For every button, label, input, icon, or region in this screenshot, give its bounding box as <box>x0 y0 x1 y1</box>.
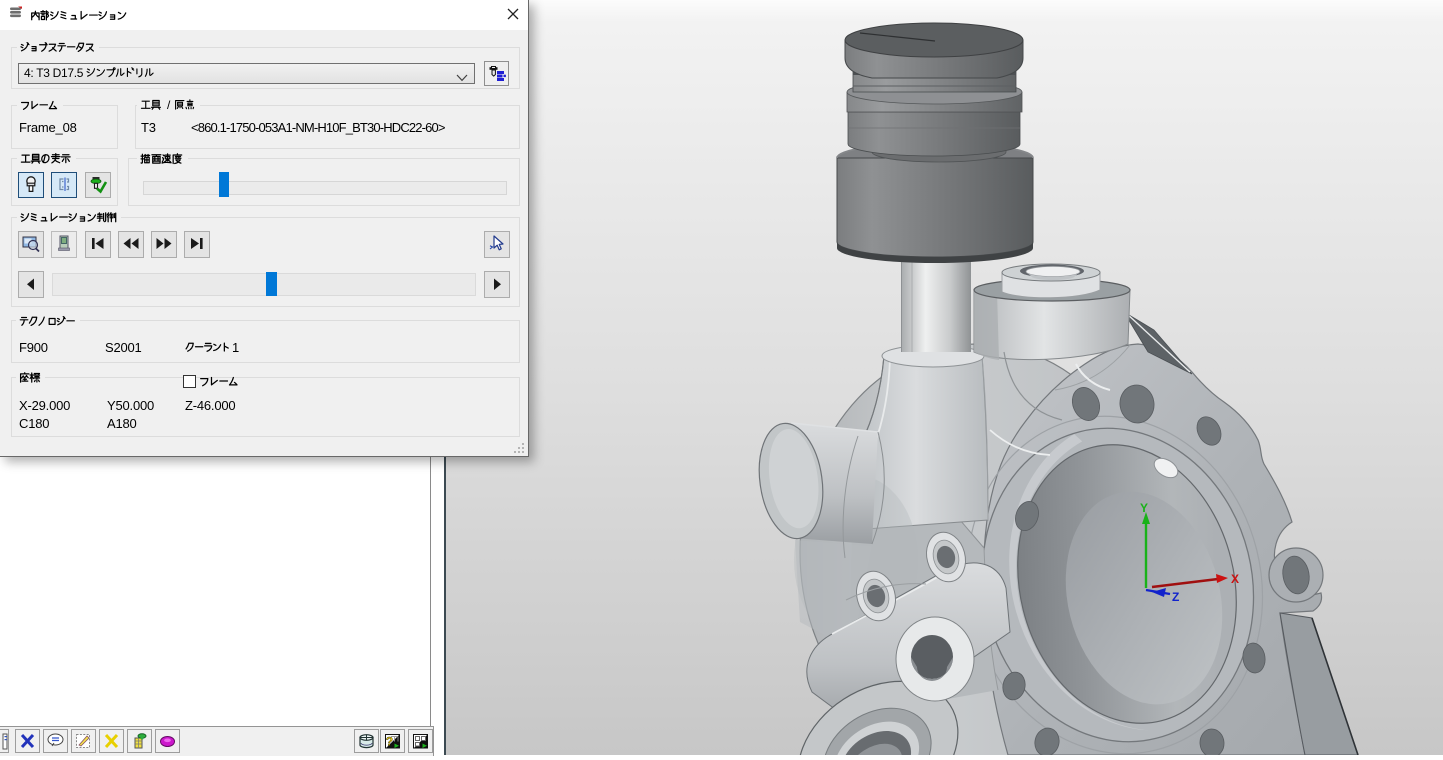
svg-text:Z: Z <box>1172 590 1179 604</box>
svg-text:X: X <box>1231 572 1239 586</box>
svg-text:?: ? <box>386 735 393 749</box>
svg-text:Y: Y <box>1140 501 1148 515</box>
